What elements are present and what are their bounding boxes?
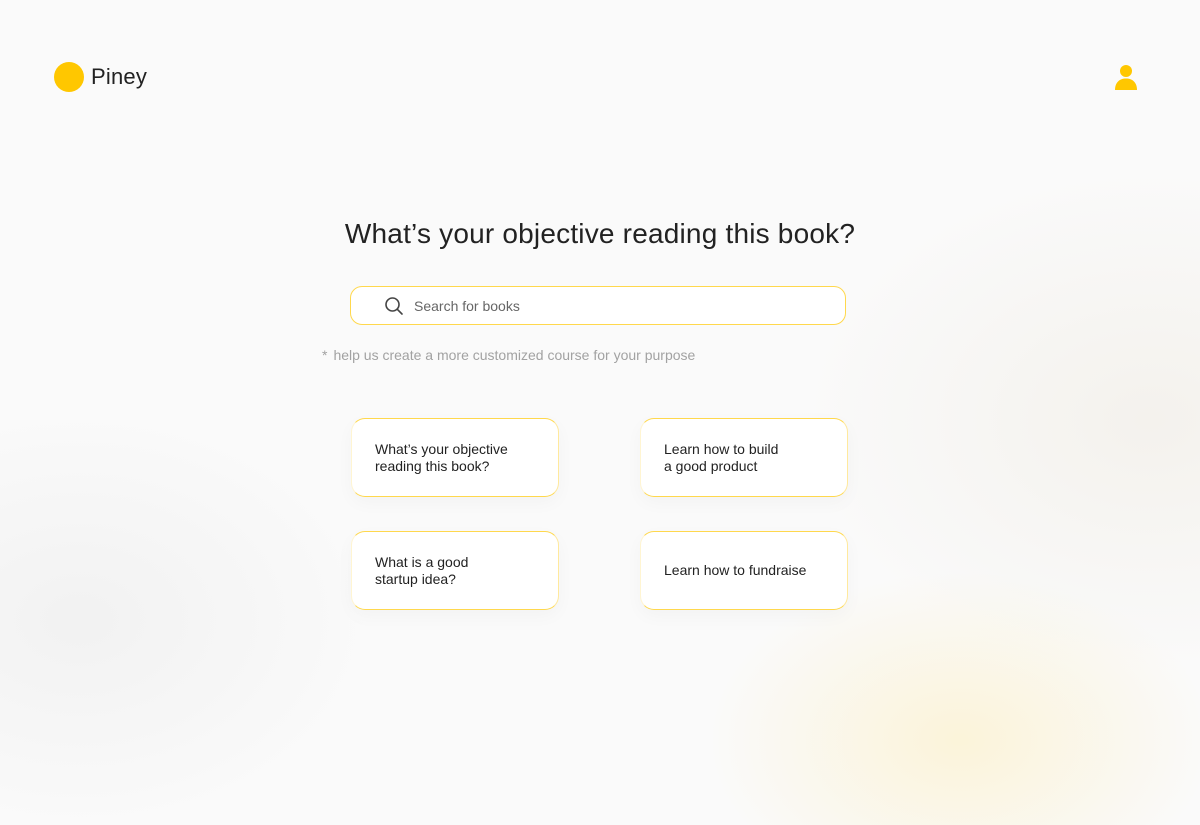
suggestion-card[interactable]: Learn how to fundraise bbox=[640, 531, 848, 610]
suggestion-card[interactable]: What’s your objective reading this book? bbox=[351, 418, 559, 497]
brand-logo[interactable]: Piney bbox=[54, 62, 147, 92]
profile-button[interactable] bbox=[1112, 63, 1140, 91]
brand-name: Piney bbox=[91, 64, 148, 89]
suggestion-card[interactable]: Learn how to build a good product bbox=[640, 418, 848, 497]
user-icon bbox=[1115, 65, 1137, 90]
logo-dot-icon bbox=[54, 62, 84, 92]
background-glow bbox=[0, 0, 1200, 825]
page-title: What’s your objective reading this book? bbox=[344, 218, 856, 249]
suggestion-card[interactable]: What is a good startup idea? bbox=[351, 531, 559, 610]
hint-message: help us create a more customized course … bbox=[333, 347, 696, 363]
hint-marker: * bbox=[322, 347, 328, 363]
search-input[interactable] bbox=[414, 287, 845, 324]
search-bar[interactable] bbox=[350, 286, 846, 325]
search-icon bbox=[384, 296, 404, 316]
hint-text: * help us create a more customized cours… bbox=[322, 347, 695, 363]
